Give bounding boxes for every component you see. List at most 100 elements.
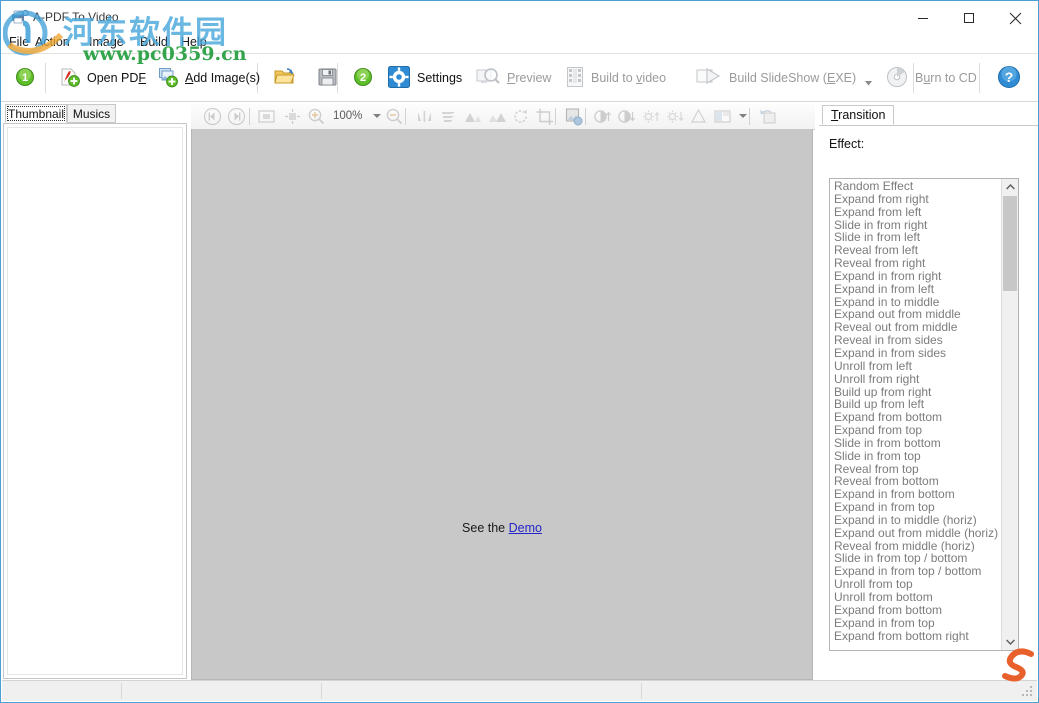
effect-item[interactable]: Slide in from top xyxy=(830,450,1002,463)
minimize-button[interactable] xyxy=(900,1,946,35)
build-to-video-button[interactable]: Build to video xyxy=(565,58,666,98)
resize-grip[interactable] xyxy=(1022,686,1034,698)
effect-item[interactable]: Expand in from top / bottom xyxy=(830,565,1002,578)
zoom-dropdown-arrow[interactable] xyxy=(373,114,381,118)
zoom-out-icon[interactable] xyxy=(385,107,404,126)
menu-item-build[interactable]: Build xyxy=(140,35,168,49)
contrast-up-icon[interactable] xyxy=(641,107,660,126)
effect-item[interactable]: Reveal from right xyxy=(830,257,1002,270)
open-pdf-button[interactable]: Open PDF xyxy=(59,58,146,98)
maximize-button[interactable] xyxy=(946,1,992,35)
scroll-up-arrow-icon[interactable] xyxy=(1002,179,1018,195)
effect-item[interactable]: Unroll from right xyxy=(830,373,1002,386)
help-button[interactable]: ? xyxy=(997,58,1021,98)
effect-item[interactable]: Expand from top xyxy=(830,424,1002,437)
effect-item[interactable]: Reveal from middle (horiz) xyxy=(830,540,1002,553)
contrast-down-icon[interactable] xyxy=(665,107,684,126)
effect-item[interactable]: Expand from bottom right xyxy=(830,630,1002,643)
crop-icon[interactable] xyxy=(535,107,554,126)
build-to-video-label: Build to video xyxy=(591,71,666,85)
reset-image-icon[interactable] xyxy=(758,107,777,126)
effect-item[interactable]: Unroll from top xyxy=(830,578,1002,591)
effects-scrollbar[interactable] xyxy=(1001,179,1018,650)
effects-listbox[interactable]: Random EffectExpand from rightExpand fro… xyxy=(829,178,1019,651)
application-window: A-PDF To Video File Action Image Build H… xyxy=(0,0,1039,703)
effect-item[interactable]: Slide in from left xyxy=(830,231,1002,244)
effect-item[interactable]: Unroll from bottom xyxy=(830,591,1002,604)
align-vertical-icon[interactable] xyxy=(415,107,434,126)
effect-item[interactable]: Reveal in from sides xyxy=(830,334,1002,347)
effect-item[interactable]: Expand from bottom xyxy=(830,604,1002,617)
effect-item[interactable]: Build up from right xyxy=(830,386,1002,399)
film-strip-icon xyxy=(565,65,585,92)
save-project-button[interactable] xyxy=(317,58,338,98)
scrollbar-thumb[interactable] xyxy=(1003,196,1017,291)
effect-item[interactable]: Slide in from top / bottom xyxy=(830,552,1002,565)
thumbnail-list[interactable] xyxy=(3,123,187,679)
effects-icon[interactable] xyxy=(564,107,583,126)
tab-thumbnail[interactable]: Thumbnail xyxy=(5,104,67,123)
effect-item[interactable]: Expand in from right xyxy=(830,270,1002,283)
effect-item[interactable]: Expand in to middle (horiz) xyxy=(830,514,1002,527)
tab-musics[interactable]: Musics xyxy=(67,104,116,123)
brightness-down-icon[interactable] xyxy=(617,107,636,126)
close-button[interactable] xyxy=(992,1,1038,35)
preview-canvas[interactable]: See the Demo xyxy=(191,129,813,680)
effect-item[interactable]: Reveal from bottom xyxy=(830,475,1002,488)
demo-link[interactable]: Demo xyxy=(509,521,542,535)
menu-item-action[interactable]: Action xyxy=(35,35,70,49)
tab-transition-label: Transition xyxy=(831,108,885,122)
effect-item[interactable]: Slide in from right xyxy=(830,219,1002,232)
effect-item[interactable]: Expand in from bottom xyxy=(830,488,1002,501)
effect-item[interactable]: Expand in to middle xyxy=(830,296,1002,309)
window-title: A-PDF To Video xyxy=(33,10,119,24)
menu-item-file[interactable]: File xyxy=(9,35,29,49)
effect-item[interactable]: Expand from left xyxy=(830,206,1002,219)
gamma-icon[interactable] xyxy=(689,107,708,126)
menu-item-image[interactable]: Image xyxy=(89,35,124,49)
effects-list[interactable]: Random EffectExpand from rightExpand fro… xyxy=(830,180,1002,642)
preview-button[interactable]: Preview xyxy=(475,58,551,98)
zoom-in-icon[interactable] xyxy=(307,107,326,126)
effect-item[interactable]: Slide in from bottom xyxy=(830,437,1002,450)
color-balance-icon[interactable] xyxy=(713,107,732,126)
rotate-icon[interactable] xyxy=(511,107,530,126)
effect-item[interactable]: Random Effect xyxy=(830,180,1002,193)
first-page-icon[interactable] xyxy=(203,107,222,126)
effect-item[interactable]: Expand in from top xyxy=(830,617,1002,630)
effect-item[interactable]: Expand out from middle (horiz) xyxy=(830,527,1002,540)
color-balance-dropdown-arrow[interactable] xyxy=(739,114,747,118)
view-toolbar-separator xyxy=(249,108,250,125)
last-page-icon[interactable] xyxy=(227,107,246,126)
build-slideshow-button[interactable]: Build SlideShow (EXE) xyxy=(695,58,856,98)
effect-item[interactable]: Expand in from top xyxy=(830,501,1002,514)
toolbar-separator xyxy=(45,63,46,93)
zoom-level-value[interactable]: 100% xyxy=(333,110,362,122)
burn-to-cd-button[interactable]: Burn to CD xyxy=(885,58,977,98)
effect-item[interactable]: Expand in from sides xyxy=(830,347,1002,360)
effect-item[interactable]: Reveal from left xyxy=(830,244,1002,257)
effect-item[interactable]: Reveal out from middle xyxy=(830,321,1002,334)
flip-horizontal-icon[interactable] xyxy=(463,107,482,126)
slideshow-dropdown-arrow[interactable] xyxy=(865,76,872,83)
effect-item[interactable]: Expand from right xyxy=(830,193,1002,206)
menu-item-help[interactable]: Help xyxy=(181,35,207,49)
scroll-down-arrow-icon[interactable] xyxy=(1002,634,1018,650)
fit-page-icon[interactable] xyxy=(257,107,276,126)
effect-item[interactable]: Unroll from left xyxy=(830,360,1002,373)
tab-musics-label: Musics xyxy=(73,107,110,121)
open-project-button[interactable] xyxy=(273,58,297,98)
effect-item[interactable]: Expand in from left xyxy=(830,283,1002,296)
view-toolbar-separator xyxy=(405,108,406,125)
effect-item[interactable]: Reveal from top xyxy=(830,463,1002,476)
effect-item[interactable]: Expand out from middle xyxy=(830,308,1002,321)
effect-item[interactable]: Expand from bottom xyxy=(830,411,1002,424)
tab-transition[interactable]: Transition xyxy=(822,105,894,125)
flip-vertical-icon[interactable] xyxy=(487,107,506,126)
add-images-button[interactable]: Add Image(s) xyxy=(157,58,260,98)
settings-button[interactable]: Settings xyxy=(387,58,462,98)
brightness-up-icon[interactable] xyxy=(593,107,612,126)
effect-item[interactable]: Build up from left xyxy=(830,398,1002,411)
fit-width-icon[interactable] xyxy=(283,107,302,126)
align-stack-icon[interactable] xyxy=(439,107,458,126)
